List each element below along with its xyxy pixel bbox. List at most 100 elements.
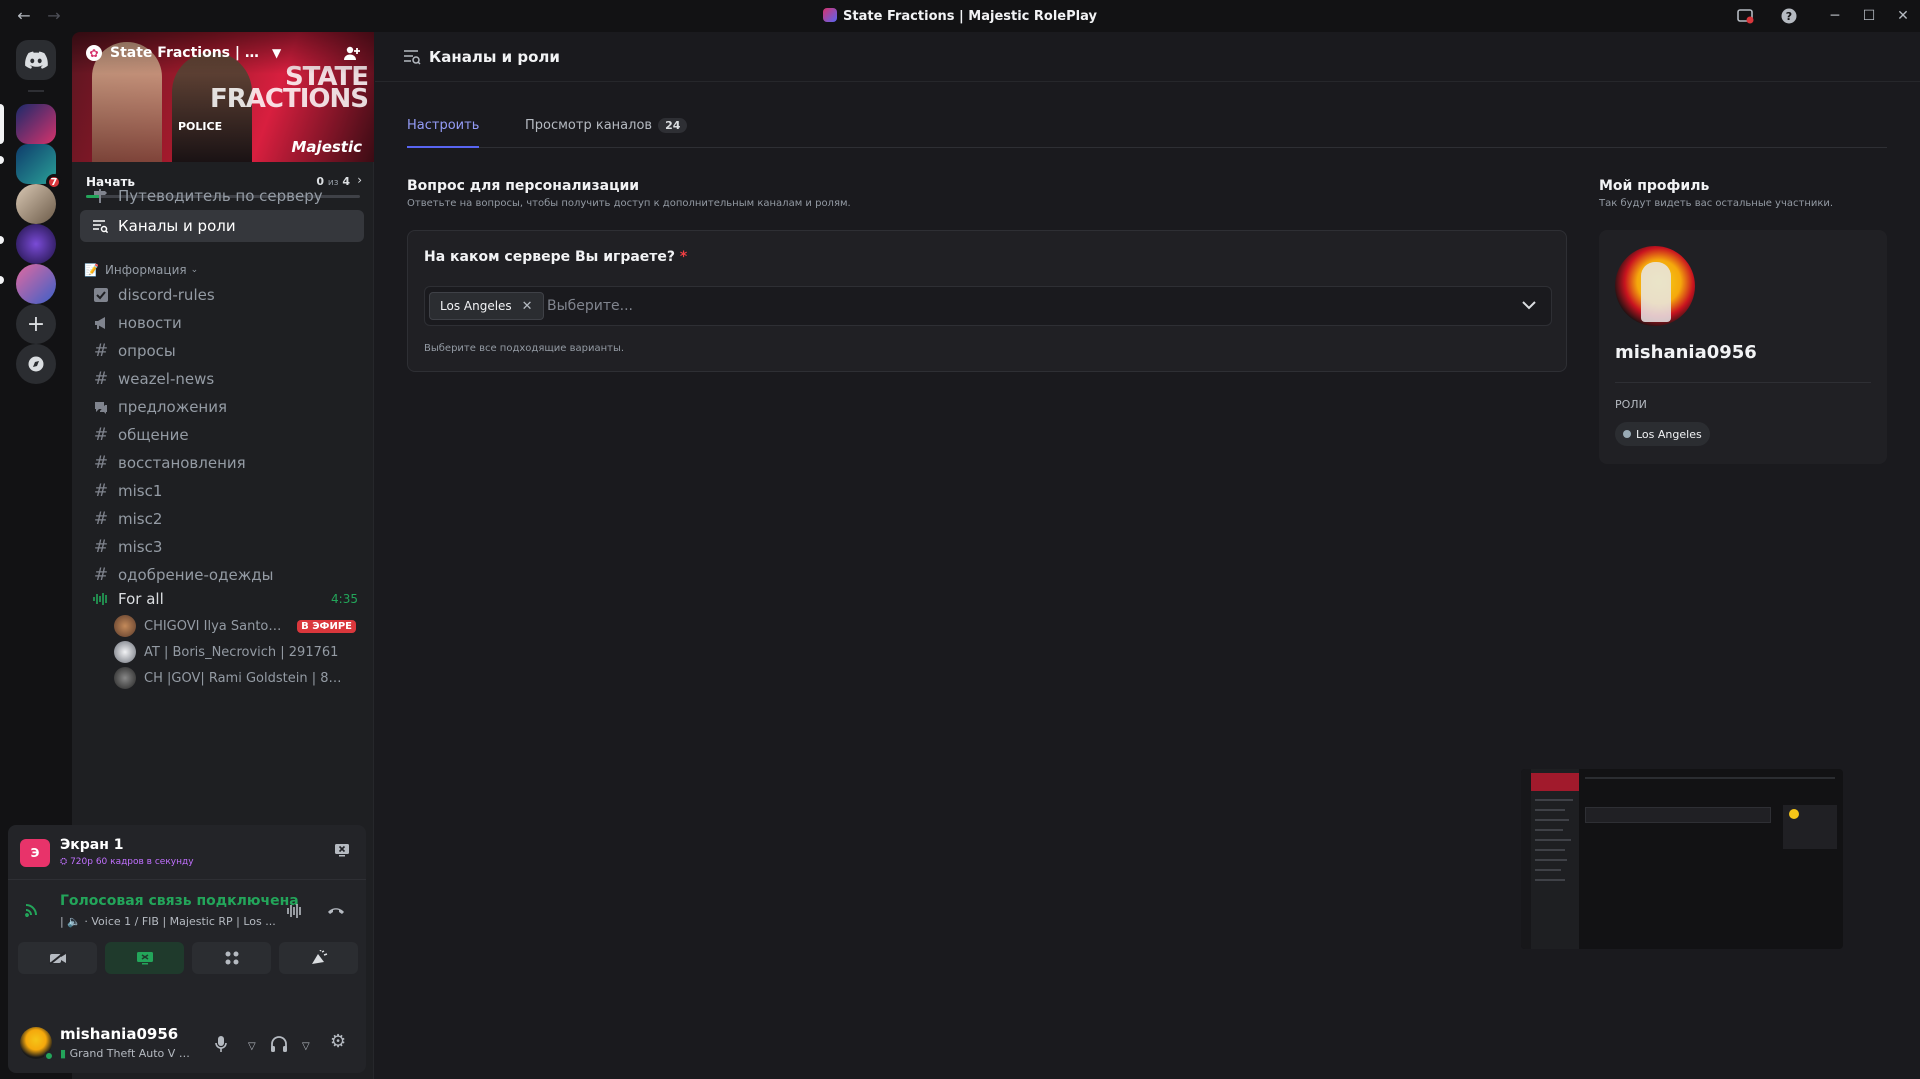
channels-roles-link[interactable]: Каналы и роли <box>80 210 364 242</box>
channel-item[interactable]: # weazel-news <box>80 364 364 394</box>
user-activity: ▮ Grand Theft Auto V L... <box>60 1047 190 1060</box>
main-content: Каналы и роли Настроить Просмотр каналов… <box>375 32 1920 1079</box>
settings-gear-icon[interactable]: ⚙ <box>330 1031 346 1052</box>
chevron-down-icon: ▼ <box>272 46 282 60</box>
voice-user[interactable]: CHIGOVI Ilya Santoni... В ЭФИРЕ <box>114 613 364 639</box>
selected-option-chip[interactable]: Los Angeles ✕ <box>429 292 544 320</box>
direct-messages-button[interactable] <box>16 40 56 80</box>
server-3[interactable] <box>16 184 56 224</box>
activities-icon <box>225 951 238 965</box>
user-name[interactable]: mishania0956 <box>60 1025 178 1043</box>
add-server-button[interactable]: + <box>16 304 56 344</box>
forward-arrow-icon[interactable]: → <box>44 6 64 25</box>
announcement-icon <box>92 315 110 331</box>
voice-status[interactable]: Голосовая связь подключена <box>60 893 299 909</box>
stop-stream-icon[interactable] <box>334 843 350 861</box>
voice-user-name: CHIGOVI Ilya Santoni... <box>144 618 284 634</box>
voice-channel-timer: 4:35 <box>331 592 358 606</box>
soundboard-button[interactable] <box>279 942 358 974</box>
minimize-button[interactable]: ─ <box>1818 0 1852 32</box>
chevron-down-icon[interactable]: ▽ <box>302 1041 310 1052</box>
tab-browse-channels[interactable]: Просмотр каналов 24 <box>525 118 688 148</box>
stream-preview[interactable] <box>1521 769 1843 949</box>
channel-name: misc2 <box>118 510 163 528</box>
select-hint: Выберите все подходящие варианты. <box>424 343 625 354</box>
headphones-icon[interactable] <box>270 1035 288 1057</box>
avatar <box>114 641 136 663</box>
roles-label: РОЛИ <box>1615 398 1647 411</box>
camera-off-icon <box>48 951 66 965</box>
channel-name: weazel-news <box>118 370 215 388</box>
voice-user[interactable]: AT | Boris_Necrovich | 291761 <box>114 639 364 665</box>
channel-item[interactable]: предложения <box>80 392 364 422</box>
voice-user[interactable]: CH |GOV| Rami Goldstein | 84828 <box>114 665 364 691</box>
profile-title: Мой профиль <box>1599 178 1710 194</box>
voice-user-name: CH |GOV| Rami Goldstein | 84828 <box>144 670 344 686</box>
voice-channel-info[interactable]: | 🔈 · Voice 1 / FIB | Majestic RP | Los … <box>60 915 280 928</box>
server-mini-icon <box>823 8 838 22</box>
channel-item[interactable]: # misc1 <box>80 476 364 506</box>
channel-item[interactable]: # misc2 <box>80 504 364 534</box>
channel-item[interactable]: # восстановления <box>80 448 364 478</box>
channel-name: восстановления <box>118 454 246 472</box>
microphone-icon[interactable] <box>214 1035 228 1057</box>
main-header: Каналы и роли <box>375 32 1920 82</box>
question-card: На каком сервере Вы играете? * Los Angel… <box>407 230 1567 372</box>
channel-item[interactable]: # общение <box>80 420 364 450</box>
hash-icon: # <box>93 481 109 501</box>
tab-customize[interactable]: Настроить <box>407 118 480 148</box>
channel-name: опросы <box>118 342 176 360</box>
banner-police: POLICE <box>178 120 223 133</box>
svg-text:?: ? <box>1786 10 1792 23</box>
server-boost-icon: ✿ <box>86 45 102 61</box>
discover-button[interactable] <box>16 344 56 384</box>
channel-item[interactable]: discord-rules <box>80 280 364 310</box>
channel-item[interactable]: # опросы <box>80 336 364 366</box>
server-guide-link[interactable]: Путеводитель по серверу <box>80 180 364 212</box>
user-panel: Э Экран 1 ⛭ 720p 60 кадров в секунду Гол… <box>8 825 366 1073</box>
live-badge: В ЭФИРЕ <box>297 619 356 633</box>
category-info[interactable]: 📝 Информация ⌄ <box>84 260 198 280</box>
server-2[interactable]: 7 <box>16 144 62 190</box>
server-header[interactable]: ✿ State Fractions | Majestic RolePlay ▼ <box>72 32 374 74</box>
select-placeholder[interactable]: Выберите... <box>547 298 633 314</box>
plus-icon: + <box>26 311 46 337</box>
camera-off-button[interactable] <box>18 942 97 974</box>
inbox-icon[interactable] <box>1730 1 1760 31</box>
category-name: Информация <box>104 263 187 277</box>
invite-people-icon[interactable] <box>343 44 361 66</box>
remove-option-icon[interactable]: ✕ <box>522 299 533 314</box>
hash-icon: # <box>93 537 109 557</box>
close-window-button[interactable]: ✕ <box>1886 0 1920 32</box>
server-5[interactable] <box>16 264 56 304</box>
role-name: Los Angeles <box>1636 427 1702 441</box>
role-chip[interactable]: Los Angeles <box>1615 422 1710 446</box>
profile-card: mishania0956 РОЛИ Los Angeles <box>1599 230 1887 464</box>
channel-name: предложения <box>118 398 228 416</box>
voice-channel-name: For all <box>118 590 164 608</box>
activities-button[interactable] <box>192 942 271 974</box>
channel-item[interactable]: новости <box>80 308 364 338</box>
maximize-button[interactable]: ☐ <box>1852 0 1886 32</box>
hash-icon: # <box>93 425 109 445</box>
avatar[interactable] <box>1615 246 1695 326</box>
chevron-down-icon[interactable]: ▽ <box>248 1041 256 1052</box>
voice-wave-icon <box>92 592 110 606</box>
server-name: State Fractions | Majestic RolePlay <box>110 45 262 61</box>
channel-item[interactable]: # misc3 <box>80 532 364 562</box>
noise-suppression-icon[interactable] <box>286 903 304 923</box>
chevron-down-icon[interactable] <box>1521 298 1537 314</box>
voice-channel-for-all[interactable]: For all 4:35 <box>80 584 364 614</box>
disconnect-icon[interactable] <box>326 903 346 921</box>
screen-share-button[interactable] <box>105 942 184 974</box>
question-text: На каком сервере Вы играете? * <box>424 249 688 265</box>
voice-connection: Голосовая связь подключена | 🔈 · Voice 1… <box>8 881 366 941</box>
help-icon[interactable]: ? <box>1774 1 1804 31</box>
back-arrow-icon[interactable]: ← <box>14 6 34 25</box>
stream-status: Э Экран 1 ⛭ 720p 60 кадров в секунду <box>8 825 366 880</box>
server-state-fractions[interactable] <box>16 104 56 144</box>
server-4[interactable] <box>16 224 56 264</box>
hash-icon: # <box>93 341 109 361</box>
answer-multiselect[interactable]: Los Angeles ✕ Выберите... <box>424 286 1552 326</box>
soundboard-icon <box>311 950 327 964</box>
